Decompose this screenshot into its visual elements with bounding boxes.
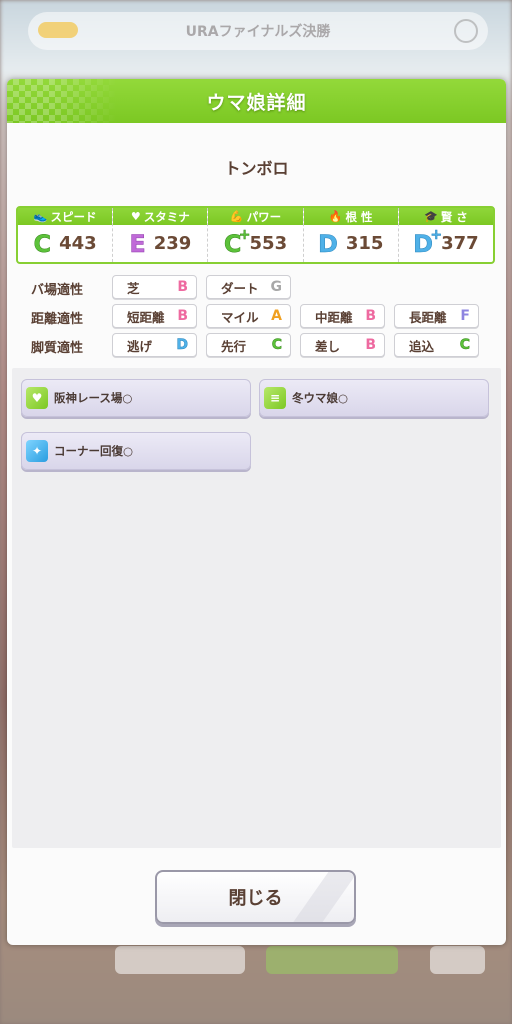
aptitude-grade: F (460, 308, 470, 324)
aptitude-label: バ場適性 (31, 283, 84, 298)
aptitude-dirt: ダート G (206, 275, 291, 299)
stat-value: 315 (345, 233, 384, 254)
stat-label: 根 性 (345, 209, 373, 224)
aptitude-row-distance: 距離適性 短距離 B マイル A 中距離 B 長距離 F (7, 304, 506, 330)
stat-grade: C (33, 229, 52, 258)
stats-table: 👟 スピード C 443 ♥ スタミナ E 239 💪 パワー C + 553 🔥 根 性… (16, 206, 495, 264)
dialog-header: ウマ娘詳細 (7, 79, 506, 123)
stat-grade: E (129, 229, 146, 258)
heart-icon: ♥ (130, 210, 141, 223)
stat-guts: 🔥 根 性 D 315 (303, 208, 399, 262)
stat-value: 443 (59, 233, 97, 254)
aptitude-end-closer: 追込 C (394, 333, 479, 357)
skill-item[interactable]: ✦ コーナー回復○ (21, 432, 251, 470)
stat-stamina: ♥ スタミナ E 239 (113, 208, 209, 262)
skill-name: 冬ウマ娘○ (292, 391, 349, 405)
aptitude-mile: マイル A (206, 304, 291, 328)
close-button[interactable]: 閉じる (155, 870, 356, 924)
aptitude-grade: B (365, 308, 376, 324)
uma-detail-dialog: ウマ娘詳細 トンボロ 👟 スピード C 443 ♥ スタミナ E 239 💪 パワー … (7, 79, 506, 945)
background-info-icon (454, 19, 478, 43)
aptitude-grade: B (177, 308, 188, 324)
skill-item[interactable]: ♥ 阪神レース場○ (21, 379, 251, 417)
aptitude-grade: C (271, 337, 282, 354)
background-button-left (115, 946, 245, 974)
aptitude-late-surger: 差し B (300, 333, 385, 357)
character-name: トンボロ (224, 159, 289, 178)
skills-panel: ♥ 阪神レース場○ ≡ 冬ウマ娘○ ✦ コーナー回復○ (12, 368, 501, 848)
stat-wisdom: 🎓 賢 さ D + 377 (398, 208, 494, 262)
skill-name: コーナー回復○ (54, 444, 134, 458)
aptitude-grade: A (271, 308, 282, 324)
aptitude-row-style: 脚質適性 逃げ D 先行 C 差し B 追込 C (7, 333, 506, 359)
background-button-right (430, 946, 485, 974)
flame-icon: 🔥 (328, 210, 343, 223)
aptitude-pace-chaser: 先行 C (206, 333, 291, 357)
stat-value: 239 (153, 233, 192, 254)
aptitude-grade: B (365, 337, 376, 353)
stat-label: パワー (246, 209, 282, 224)
skill-name: 阪神レース場○ (54, 391, 133, 405)
aptitude-label: 脚質適性 (31, 341, 84, 356)
notebook-skill-icon: ≡ (264, 387, 286, 409)
sparkle-skill-icon: ✦ (26, 440, 48, 462)
stat-power: 💪 パワー C + 553 (208, 208, 304, 262)
close-button-label: 閉じる (228, 888, 283, 909)
aptitude-grade: D (176, 337, 188, 354)
shoe-icon: 👟 (33, 210, 48, 223)
background-title: URAファイナルズ決勝 (185, 24, 331, 40)
stat-label: スタミナ (143, 209, 190, 224)
skill-item[interactable]: ≡ 冬ウマ娘○ (259, 379, 489, 417)
aptitude-label: 距離適性 (31, 312, 84, 327)
stat-label: 賢 さ (440, 209, 468, 224)
stat-grade: D (317, 229, 338, 258)
aptitude-grade: C (459, 337, 470, 354)
aptitude-grade: B (177, 279, 188, 295)
heart-skill-icon: ♥ (26, 387, 48, 409)
dialog-title: ウマ娘詳細 (206, 91, 307, 114)
muscle-icon: 💪 (229, 210, 244, 223)
aptitude-row-track: バ場適性 芝 B ダート G (7, 275, 506, 301)
background-button-center (266, 946, 398, 974)
aptitude-short: 短距離 B (112, 304, 197, 328)
stat-grade: D + (413, 226, 443, 258)
stat-label: スピード (50, 209, 97, 224)
aptitude-front-runner: 逃げ D (112, 333, 197, 357)
grade-plus: + (238, 226, 251, 243)
stat-value: 553 (249, 233, 288, 254)
stat-grade: C + (223, 226, 251, 258)
aptitude-turf: 芝 B (112, 275, 197, 299)
aptitude-grade: G (270, 279, 283, 295)
background-header-bar: URAファイナルズ決勝 (28, 12, 488, 50)
aptitude-long: 長距離 F (394, 304, 479, 328)
aptitude-medium: 中距離 B (300, 304, 385, 328)
grade-plus: + (430, 226, 443, 243)
stat-speed: 👟 スピード C 443 (18, 208, 114, 262)
stat-value: 377 (441, 233, 479, 254)
graduation-cap-icon: 🎓 (424, 210, 438, 223)
